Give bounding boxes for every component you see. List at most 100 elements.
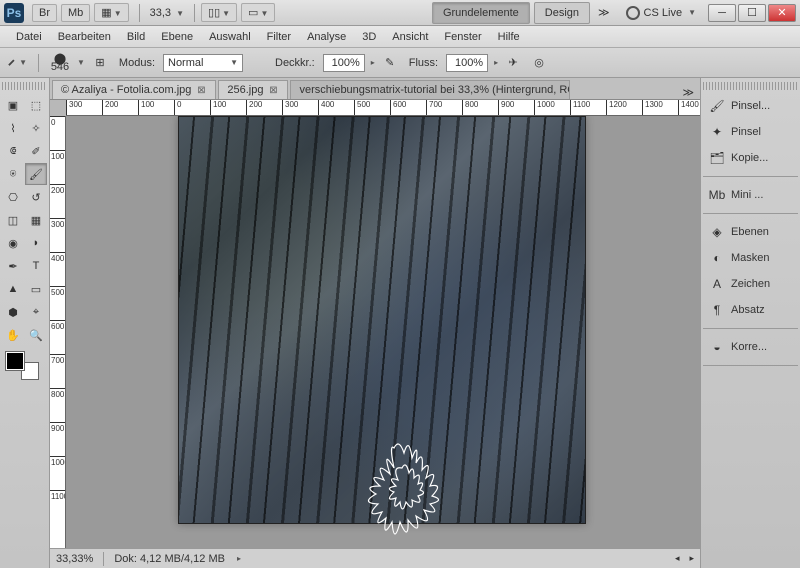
menu-3d[interactable]: 3D (354, 28, 384, 46)
flow-input[interactable]: 100% (446, 54, 488, 72)
opacity-pressure-icon[interactable]: ✎ (379, 52, 401, 74)
status-menu-icon[interactable]: ▸ (237, 554, 241, 563)
tool-history-brush[interactable]: ↺ (25, 186, 47, 208)
panel-label: Zeichen (731, 278, 770, 290)
v-ruler-tick: 500 (50, 286, 66, 297)
tool-zoom[interactable]: 🔍 (25, 324, 47, 346)
tool-path-select[interactable]: ▲ (2, 278, 24, 300)
flow-label: Fluss: (409, 57, 438, 69)
tool-gradient[interactable]: ▦ (25, 209, 47, 231)
minimize-button[interactable]: ─ (708, 4, 736, 22)
panel-pinsel[interactable]: 🖌Pinsel... (703, 94, 798, 118)
tool-stamp[interactable]: ⎔ (2, 186, 24, 208)
scroll-left-icon[interactable]: ◂ (675, 553, 680, 564)
bridge-button[interactable]: Br (32, 4, 57, 22)
menu-ebene[interactable]: Ebene (153, 28, 201, 46)
screen-mode-button[interactable]: ▦▼ (94, 3, 128, 22)
menu-filter[interactable]: Filter (259, 28, 299, 46)
canvas-image[interactable] (178, 116, 586, 524)
doc-tab-1[interactable]: 256.jpg⊠ (218, 80, 288, 99)
menu-bild[interactable]: Bild (119, 28, 153, 46)
tool-blur[interactable]: ◉ (2, 232, 24, 254)
options-bar: ▼ ⬤546▼ ⊞ Modus: Normal▼ Deckkr.: 100%▸ … (0, 48, 800, 78)
panel-mini[interactable]: MbMini ... (703, 183, 798, 207)
horizontal-ruler[interactable]: 3002001000100200300400500600700800900100… (66, 100, 700, 116)
statusbar: 33,33% Dok: 4,12 MB/4,12 MB ▸ ◂ ▸ (50, 548, 700, 568)
scroll-right-icon[interactable]: ▸ (689, 553, 694, 564)
h-ruler-tick: 200 (102, 100, 118, 116)
blend-mode-select[interactable]: Normal▼ (163, 54, 243, 72)
vertical-ruler[interactable]: 010020030040050060070080090010001100 (50, 116, 66, 548)
tool-brush[interactable]: 🖌 (25, 163, 47, 185)
toolbox: ▣⬚⌇✧⟃✐⍟🖌⎔↺◫▦◉◗✒T▲▭⬢⌖✋🔍 (0, 78, 50, 568)
panel-pinsel[interactable]: ✦Pinsel (703, 120, 798, 144)
maximize-button[interactable]: ☐ (738, 4, 766, 22)
status-zoom[interactable]: 33,33% (56, 553, 93, 565)
h-ruler-tick: 300 (282, 100, 298, 116)
doc-tab-2[interactable]: verschiebungsmatrix-tutorial bei 33,3% (… (290, 80, 570, 99)
menu-hilfe[interactable]: Hilfe (490, 28, 528, 46)
panel-label: Pinsel (731, 126, 761, 138)
tool-crop[interactable]: ⟃ (2, 140, 24, 162)
close-button[interactable]: ✕ (768, 4, 796, 22)
workspace-design[interactable]: Design (534, 2, 590, 24)
tool-eyedropper[interactable]: ✐ (25, 140, 47, 162)
tool-pen[interactable]: ✒ (2, 255, 24, 277)
brush-preset-icon[interactable]: ⬤546 (49, 52, 71, 74)
ps-logo[interactable]: Ps (4, 3, 24, 23)
tab-overflow-icon[interactable]: ≫ (676, 86, 700, 99)
airbrush-icon[interactable]: ✈ (502, 52, 524, 74)
tab-close-icon[interactable]: ⊠ (195, 84, 207, 96)
tab-close-icon[interactable]: ⊠ (267, 84, 279, 96)
panel-korre[interactable]: ◒Korre... (703, 335, 798, 359)
v-ruler-tick: 600 (50, 320, 66, 331)
tool-marquee[interactable]: ⬚ (25, 94, 47, 116)
tool-dodge[interactable]: ◗ (25, 232, 47, 254)
h-ruler-tick: 600 (390, 100, 406, 116)
panel-masken[interactable]: ◐Masken (703, 246, 798, 270)
brush-panel-toggle-icon[interactable]: ⊞ (89, 52, 111, 74)
zoom-display[interactable]: 33,3 ▼ (150, 7, 184, 19)
tool-shape[interactable]: ▭ (25, 278, 47, 300)
tool-type[interactable]: T (25, 255, 47, 277)
tablet-pressure-icon[interactable]: ◎ (528, 52, 550, 74)
v-ruler-tick: 800 (50, 388, 66, 399)
workspace-grundelemente[interactable]: Grundelemente (432, 2, 530, 24)
panel-label: Ebenen (731, 226, 769, 238)
panel-icon: Mb (709, 187, 725, 203)
tool-preset-icon[interactable]: ▼ (6, 52, 28, 74)
menu-fenster[interactable]: Fenster (436, 28, 489, 46)
h-ruler-tick: 1300 (642, 100, 663, 116)
foreground-color-swatch[interactable] (6, 352, 24, 370)
toolbox-grip[interactable] (2, 82, 47, 90)
menu-auswahl[interactable]: Auswahl (201, 28, 259, 46)
workspace-more-icon[interactable]: ≫ (594, 6, 614, 19)
extras-button[interactable]: ▭▼ (241, 3, 275, 22)
minibridge-button[interactable]: Mb (61, 4, 90, 22)
menu-ansicht[interactable]: Ansicht (384, 28, 436, 46)
panel-kopie[interactable]: 🗂Kopie... (703, 146, 798, 170)
tool-3d-cam[interactable]: ⌖ (25, 301, 47, 323)
menu-bearbeiten[interactable]: Bearbeiten (50, 28, 119, 46)
tool-healing[interactable]: ⍟ (2, 163, 24, 185)
tool-eraser[interactable]: ◫ (2, 209, 24, 231)
panel-grip[interactable] (703, 82, 798, 90)
cslive-button[interactable]: CS Live▼ (626, 6, 696, 20)
tool-hand[interactable]: ✋ (2, 324, 24, 346)
menu-datei[interactable]: Datei (8, 28, 50, 46)
tool-3d[interactable]: ⬢ (2, 301, 24, 323)
opacity-input[interactable]: 100% (323, 54, 365, 72)
v-ruler-tick: 400 (50, 252, 66, 263)
arrange-button[interactable]: ▯▯▼ (201, 3, 237, 22)
menu-analyse[interactable]: Analyse (299, 28, 354, 46)
panel-ebenen[interactable]: ◈Ebenen (703, 220, 798, 244)
canvas-viewport[interactable] (66, 116, 700, 548)
brush-cursor-icon (354, 428, 484, 548)
tool-lasso[interactable]: ⌇ (2, 117, 24, 139)
status-doc-size[interactable]: Dok: 4,12 MB/4,12 MB (114, 553, 225, 565)
tool-wand[interactable]: ✧ (25, 117, 47, 139)
tool-move[interactable]: ▣ (2, 94, 24, 116)
panel-absatz[interactable]: ¶Absatz (703, 298, 798, 322)
doc-tab-0[interactable]: © Azaliya - Fotolia.com.jpg⊠ (52, 80, 216, 99)
panel-zeichen[interactable]: AZeichen (703, 272, 798, 296)
